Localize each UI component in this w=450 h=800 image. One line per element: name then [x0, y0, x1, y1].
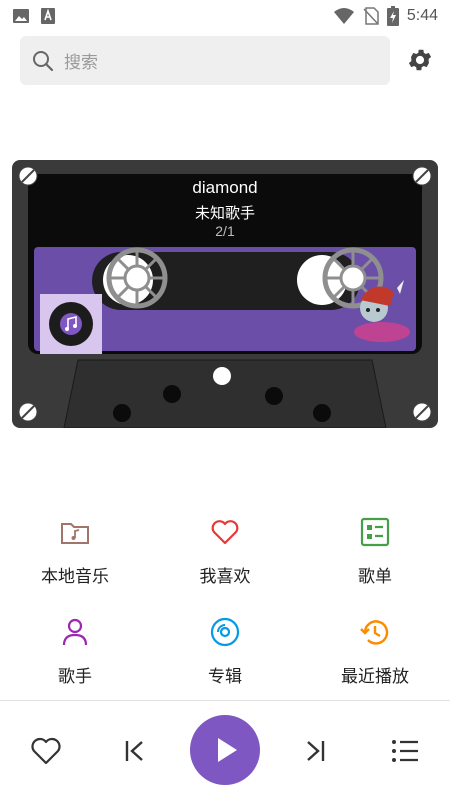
wifi-icon — [333, 8, 354, 24]
track-index: 2/1 — [215, 223, 235, 239]
status-time: 5:44 — [406, 7, 438, 24]
heart-icon — [211, 520, 239, 545]
menu-artists[interactable]: 歌手 — [0, 616, 150, 687]
menu-recent[interactable]: 最近播放 — [300, 616, 450, 687]
image-icon — [13, 9, 29, 23]
heart-outline-icon[interactable] — [31, 737, 61, 765]
album-disc-icon — [210, 617, 240, 647]
song-artist: 未知歌手 — [194, 204, 255, 222]
menu-label: 歌单 — [358, 567, 392, 587]
play-icon — [218, 738, 237, 762]
menu-label: 本地音乐 — [41, 567, 109, 587]
status-bar: 5:44 — [0, 0, 450, 32]
playlist-icon — [360, 517, 390, 547]
search-placeholder: 搜索 — [64, 53, 98, 73]
text-icon — [41, 8, 55, 24]
menu-local-music[interactable]: 本地音乐 — [0, 516, 150, 587]
search-icon — [33, 50, 54, 71]
play-button[interactable] — [190, 715, 260, 785]
song-title: diamond — [192, 178, 258, 197]
menu-favorites[interactable]: 我喜欢 — [150, 516, 300, 587]
skip-previous-icon[interactable] — [124, 739, 146, 763]
battery-icon — [386, 6, 399, 26]
no-sim-icon — [363, 7, 379, 25]
menu-albums[interactable]: 专辑 — [150, 616, 300, 687]
history-icon — [360, 620, 389, 645]
menu-label: 我喜欢 — [199, 567, 251, 587]
menu-label: 最近播放 — [341, 667, 409, 687]
search-input[interactable]: 搜索 — [20, 36, 390, 85]
menu-label: 歌手 — [58, 667, 92, 687]
left-reel — [106, 247, 168, 309]
person-icon — [62, 618, 88, 646]
queue-list-icon[interactable] — [391, 739, 419, 763]
player-control-bar — [0, 701, 450, 800]
menu-playlists[interactable]: 歌单 — [300, 516, 450, 587]
skip-next-icon[interactable] — [304, 739, 326, 763]
gear-icon[interactable] — [406, 46, 434, 74]
folder-music-icon — [61, 523, 89, 544]
cassette-artwork — [12, 160, 438, 428]
menu-label: 专辑 — [208, 667, 242, 687]
